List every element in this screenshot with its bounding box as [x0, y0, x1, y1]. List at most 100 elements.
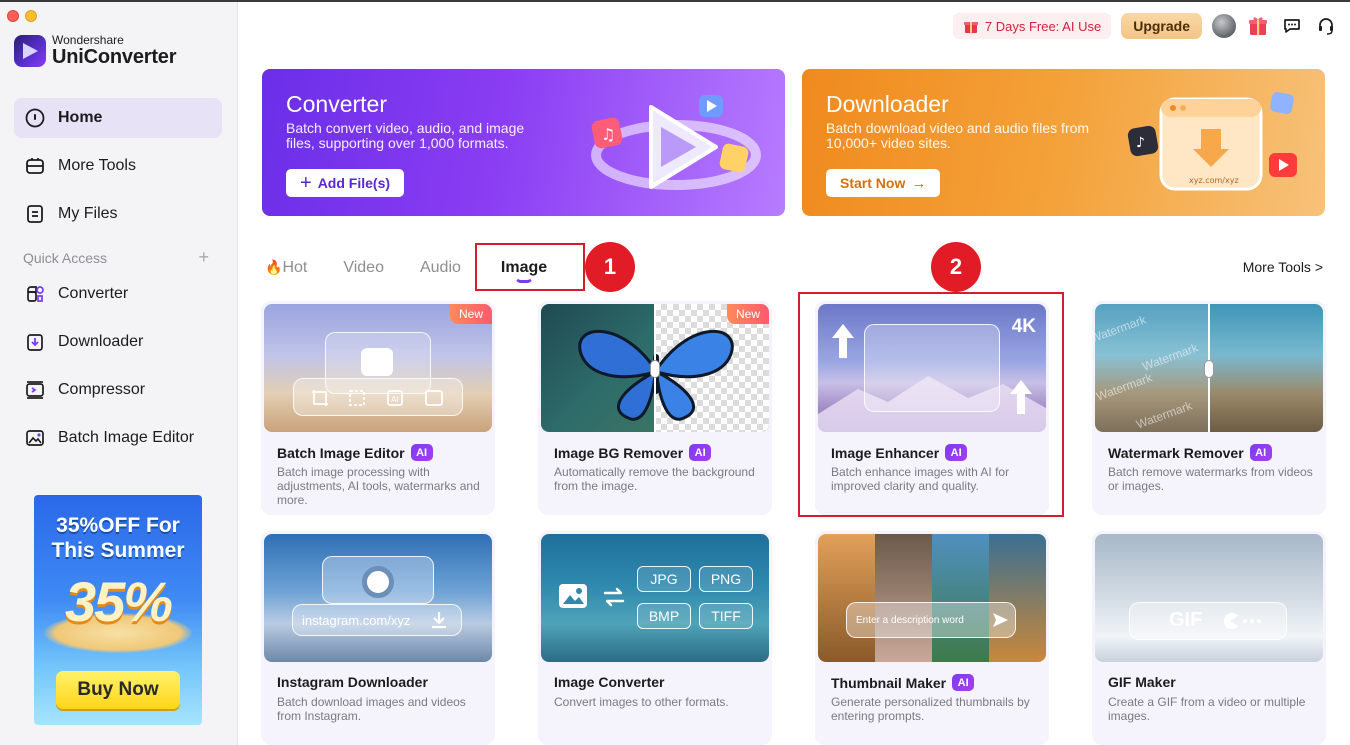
- summer-sale-promo[interactable]: 35%OFF For This Summer 35% Buy Now: [34, 495, 202, 725]
- toolbox-icon: [24, 155, 46, 177]
- card-title: Thumbnail Maker AI: [831, 674, 975, 691]
- brand-name: UniConverter: [52, 46, 177, 68]
- svg-text:♪: ♪: [1136, 135, 1145, 151]
- arrow-right-icon: →: [911, 174, 927, 192]
- upgrade-button[interactable]: Upgrade: [1121, 13, 1202, 39]
- tab-video[interactable]: Video: [343, 259, 384, 277]
- converter-icon: [24, 283, 46, 305]
- card-desc: Convert images to other formats.: [554, 695, 729, 709]
- card-title-text: Watermark Remover: [1108, 444, 1244, 461]
- card-image-bg-remover[interactable]: New Image BG Remover AI Automatically rem…: [538, 301, 772, 515]
- gift-box-icon[interactable]: [1246, 14, 1270, 38]
- sidebar-item-my-files[interactable]: My Files: [14, 194, 222, 234]
- format-tiff: TIFF: [699, 603, 753, 629]
- top-bar: 7 Days Free: AI Use Upgrade: [952, 12, 1338, 40]
- card-title: Image BG Remover AI: [554, 444, 712, 461]
- camera-icon: [362, 566, 394, 598]
- sidebar-item-label: My Files: [58, 205, 118, 222]
- sidebar-item-label: Batch Image Editor: [58, 429, 195, 446]
- free-ai-trial-pill[interactable]: 7 Days Free: AI Use: [952, 13, 1112, 39]
- brand: Wondershare UniConverter: [14, 34, 176, 67]
- card-title-text: GIF Maker: [1108, 674, 1176, 690]
- card-desc: Generate personalized thumbnails by ente…: [831, 695, 1030, 723]
- image-icon: [361, 348, 393, 376]
- send-icon: [993, 613, 1008, 627]
- free-trial-label: 7 Days Free: AI Use: [984, 18, 1102, 34]
- new-badge: New: [726, 304, 769, 324]
- uniconverter-logo-icon: [14, 34, 46, 67]
- card-title-text: Instagram Downloader: [277, 674, 428, 690]
- edit-tools-icons: AI: [312, 390, 443, 406]
- annotation-marker-1: 1: [585, 242, 635, 292]
- promo-big-text: 35%: [64, 570, 173, 633]
- compare-slider-handle[interactable]: [650, 360, 660, 378]
- quick-access-label: Quick Access: [23, 250, 108, 266]
- downloader-title: Downloader: [826, 91, 949, 117]
- sidebar-item-label: More Tools: [58, 157, 136, 174]
- sidebar-item-more-tools[interactable]: More Tools: [14, 146, 222, 186]
- ai-badge: AI: [1249, 444, 1272, 461]
- tab-hot[interactable]: 🔥Hot: [265, 259, 307, 277]
- card-desc: Automatically remove the background from…: [554, 465, 755, 493]
- image-editor-icon: [24, 427, 46, 449]
- sidebar-item-label: Downloader: [58, 333, 144, 350]
- sidebar-item-converter[interactable]: Converter: [14, 274, 222, 314]
- downloader-art-url: xyz.com/xyz: [1189, 176, 1239, 185]
- gift-icon: [963, 22, 978, 33]
- card-title-text: Image BG Remover: [554, 444, 684, 461]
- sidebar-item-label: Home: [58, 109, 103, 126]
- annotation-box-image-tab: [475, 243, 585, 291]
- close-window-button[interactable]: [7, 10, 19, 22]
- card-title-text: Thumbnail Maker: [831, 674, 947, 691]
- feedback-icon[interactable]: [1280, 14, 1304, 38]
- sidebar-item-batch-image-editor[interactable]: Batch Image Editor: [14, 418, 222, 458]
- start-now-button[interactable]: Start Now →: [826, 169, 941, 197]
- card-desc: Create a GIF from a video or multiple im…: [1108, 695, 1306, 723]
- image-bg-remover-thumb: New: [541, 304, 769, 432]
- image-converter-thumb: JPG PNG BMP TIFF: [541, 534, 769, 662]
- card-watermark-remover[interactable]: Watermark Watermark Watermark Watermark …: [1092, 301, 1326, 515]
- more-tools-link[interactable]: More Tools >: [1243, 259, 1323, 275]
- svg-text:♫: ♫: [601, 125, 615, 144]
- image-icon: [559, 584, 587, 608]
- tab-audio[interactable]: Audio: [420, 259, 461, 277]
- card-batch-image-editor[interactable]: AI New Batch Image Editor AI Batch image …: [261, 301, 495, 515]
- card-instagram-downloader[interactable]: instagram.com/xyz Instagram Downloader B…: [261, 531, 495, 745]
- promo-title: 35%OFF For This Summer: [34, 513, 202, 563]
- instagram-downloader-thumb: instagram.com/xyz: [264, 534, 492, 662]
- buy-now-button[interactable]: Buy Now: [56, 671, 180, 709]
- thumbnail-maker-thumb: Enter a description word: [818, 534, 1046, 662]
- downloader-desc: Batch download video and audio files fro…: [826, 120, 1090, 151]
- card-title: GIF Maker: [1108, 674, 1176, 690]
- start-now-label: Start Now: [840, 175, 906, 191]
- card-desc: Batch remove watermarks from videos or i…: [1108, 465, 1313, 493]
- ai-badge: AI: [689, 444, 712, 461]
- card-image-converter[interactable]: JPG PNG BMP TIFF Image Converter Convert…: [538, 531, 772, 745]
- svg-text:AI: AI: [391, 395, 399, 404]
- sidebar-item-downloader[interactable]: Downloader: [14, 322, 222, 362]
- avatar[interactable]: [1212, 14, 1236, 38]
- compressor-icon: [24, 379, 46, 401]
- fire-icon: 🔥: [265, 259, 283, 275]
- card-gif-maker[interactable]: GIF GIF Maker Create a GIF from a video …: [1092, 531, 1326, 745]
- gif-maker-thumb: GIF: [1095, 534, 1323, 662]
- minimize-window-button[interactable]: [25, 10, 37, 22]
- converter-banner[interactable]: Converter Batch convert video, audio, an…: [262, 69, 785, 216]
- sidebar-item-label: Converter: [58, 285, 129, 302]
- card-title-text: Image Converter: [554, 674, 665, 690]
- support-headset-icon[interactable]: [1314, 14, 1338, 38]
- sidebar-item-compressor[interactable]: Compressor: [14, 370, 222, 410]
- converter-desc: Batch convert video, audio, and image fi…: [286, 120, 525, 151]
- downloader-banner[interactable]: Downloader Batch download video and audi…: [802, 69, 1325, 216]
- converter-art-icon: ♫: [591, 95, 761, 190]
- card-title: Instagram Downloader: [277, 674, 428, 690]
- sidebar-item-label: Compressor: [58, 381, 146, 398]
- card-title: Image Converter: [554, 674, 664, 690]
- add-files-button[interactable]: + Add File(s): [286, 169, 405, 197]
- sidebar-item-home[interactable]: Home: [14, 98, 222, 138]
- card-thumbnail-maker[interactable]: Enter a description word Thumbnail Maker…: [815, 531, 1049, 745]
- card-title: Watermark Remover AI: [1108, 444, 1272, 461]
- compare-slider-handle[interactable]: [1204, 360, 1214, 378]
- add-quick-access-button[interactable]: +: [198, 248, 209, 266]
- watermark-remover-thumb: Watermark Watermark Watermark Watermark: [1095, 304, 1323, 432]
